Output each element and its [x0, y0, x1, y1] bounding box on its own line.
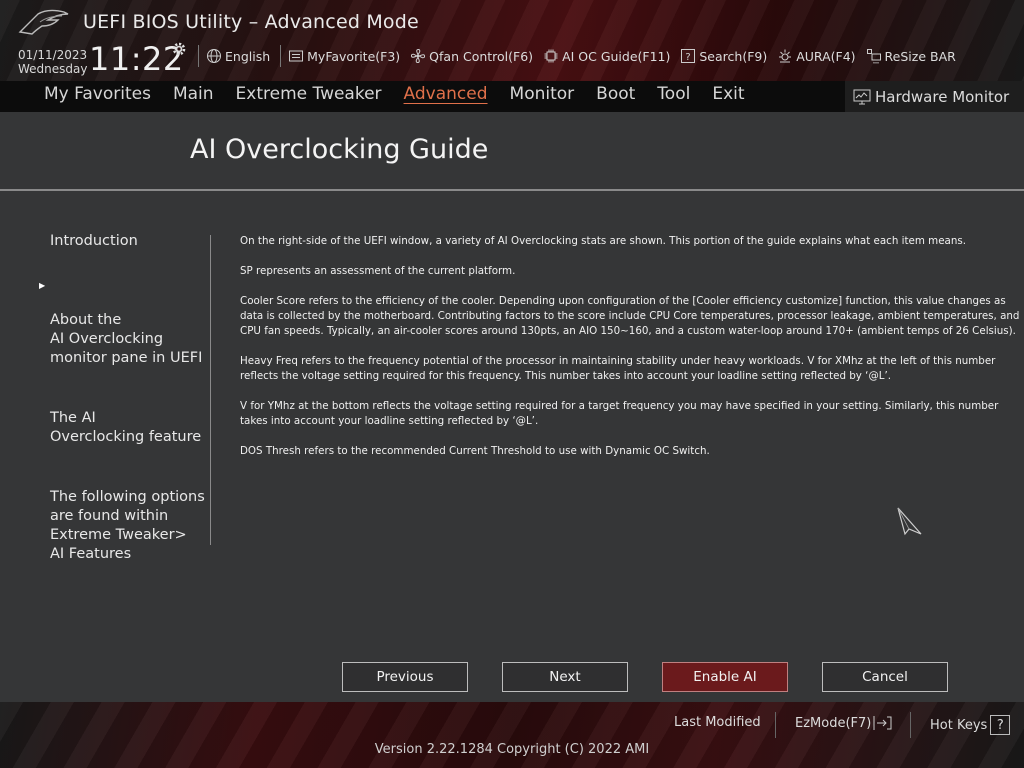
toolbar-language[interactable]: English: [206, 48, 270, 64]
toolbar-search[interactable]: ? Search(F9): [680, 48, 767, 64]
selected-arrow-icon: ▶: [39, 281, 46, 290]
menu-my-favorites[interactable]: My Favorites: [44, 84, 151, 104]
nav-item-ai-features-options[interactable]: The following options are found within E…: [50, 469, 205, 564]
toolbar-myfavorite-label: MyFavorite(F3): [307, 48, 401, 64]
nav-item-monitor-pane[interactable]: ▶ About the AI Overclocking monitor pane…: [39, 273, 205, 368]
hot-keys-button[interactable]: Hot Keys ?: [930, 715, 1011, 735]
guide-paragraph: On the right-side of the UEFI window, a …: [240, 235, 967, 247]
menu-boot[interactable]: Boot: [596, 84, 635, 104]
footer-divider: [775, 712, 776, 738]
toolbar-aura-label: AURA(F4): [796, 48, 856, 64]
search-help-icon: ?: [681, 49, 696, 63]
guide-content: On the right-side of the UEFI window, a …: [240, 234, 1020, 474]
ezmode-label: EzMode(F7): [795, 715, 872, 731]
date-display: 01/11/2023 Wednesday: [18, 48, 87, 76]
aura-light-icon: [779, 49, 792, 63]
menu-tool[interactable]: Tool: [657, 84, 690, 104]
guide-paragraph: DOS Thresh refers to the recommended Cur…: [240, 445, 710, 457]
mouse-cursor-icon: [897, 507, 922, 536]
top-toolbar: English MyFavorite(F3) Qfan Control(F6) …: [198, 44, 966, 68]
menu-main[interactable]: Main: [173, 84, 214, 104]
chip-icon: [544, 49, 558, 63]
nav-divider: [210, 235, 211, 545]
ezmode-button[interactable]: EzMode(F7): [795, 715, 893, 731]
toolbar-search-label: Search(F9): [699, 48, 768, 64]
last-modified-label: Last Modified: [674, 715, 761, 730]
nav-item-label: The following options are found within E…: [50, 489, 205, 562]
nav-item-label: Introduction: [50, 233, 138, 249]
toolbar-aura[interactable]: AURA(F4): [777, 48, 856, 64]
toolbar-resize-bar[interactable]: ReSize BAR: [866, 48, 956, 64]
toolbar-ai-oc-guide-label: AI OC Guide(F11): [562, 48, 671, 64]
globe-icon: [207, 49, 221, 63]
footer-divider: [910, 712, 911, 738]
main-menu: My Favorites Main Extreme Tweaker Advanc…: [44, 84, 767, 104]
toolbar-qfan[interactable]: Qfan Control(F6): [410, 48, 533, 64]
cancel-button[interactable]: Cancel: [822, 662, 948, 692]
toolbar-ai-oc-guide[interactable]: AI OC Guide(F11): [543, 48, 670, 64]
svg-text:?: ?: [686, 52, 691, 63]
toolbar-qfan-label: Qfan Control(F6): [429, 48, 534, 64]
title-divider: [0, 189, 1024, 191]
previous-button[interactable]: Previous: [342, 662, 468, 692]
date-text: 01/11/2023: [18, 48, 88, 62]
next-button[interactable]: Next: [502, 662, 628, 692]
clock-time: 11:22: [89, 40, 184, 78]
menu-monitor[interactable]: Monitor: [510, 84, 575, 104]
hardware-monitor-label: Hardware Monitor: [875, 87, 1010, 106]
guide-paragraph: Cooler Score refers to the efficiency of…: [240, 295, 1020, 337]
ai-oc-guide-panel: AI Overclocking Guide Introduction ▶ Abo…: [0, 112, 1024, 702]
toolbar-divider: [280, 45, 282, 67]
weekday-text: Wednesday: [18, 62, 88, 76]
toolbar-myfavorite[interactable]: MyFavorite(F3): [288, 48, 400, 64]
rog-logo-icon: [18, 9, 69, 35]
resize-bar-icon: [866, 49, 881, 64]
favorite-icon: [289, 50, 304, 62]
guide-nav: Introduction ▶ About the AI Overclocking…: [39, 232, 205, 586]
toolbar-resize-bar-label: ReSize BAR: [884, 48, 956, 64]
app-title: UEFI BIOS Utility – Advanced Mode: [83, 11, 419, 33]
last-modified-button[interactable]: Last Modified: [674, 715, 761, 730]
help-icon: ?: [990, 715, 1011, 735]
toolbar-divider: [198, 45, 199, 67]
nav-item-label: The AI Overclocking feature: [50, 410, 202, 445]
nav-item-introduction[interactable]: Introduction: [50, 232, 205, 251]
version-text: Version 2.22.1284 Copyright (C) 2022 AMI: [374, 742, 650, 757]
page-title: AI Overclocking Guide: [190, 134, 489, 165]
hot-keys-label: Hot Keys: [930, 717, 988, 733]
guide-paragraph: V for YMhz at the bottom reflects the vo…: [240, 400, 999, 427]
nav-item-label: About the AI Overclocking monitor pane i…: [50, 312, 203, 366]
exit-arrow-icon: [873, 716, 892, 730]
toolbar-language-label: English: [225, 48, 271, 64]
monitor-icon: [853, 89, 871, 104]
gear-icon[interactable]: [171, 41, 187, 57]
footer-bar: Last Modified EzMode(F7) Hot Keys ? Vers…: [0, 702, 1024, 768]
hardware-monitor-tab[interactable]: Hardware Monitor: [845, 81, 1024, 112]
fan-icon: [411, 48, 426, 64]
nav-item-ai-oc-feature[interactable]: The AI Overclocking feature: [50, 390, 205, 447]
guide-paragraph: Heavy Freq refers to the frequency poten…: [240, 355, 996, 382]
enable-ai-button[interactable]: Enable AI: [662, 662, 788, 692]
header-bar: UEFI BIOS Utility – Advanced Mode 01/11/…: [0, 0, 1024, 81]
guide-paragraph: SP represents an assessment of the curre…: [240, 265, 516, 277]
menu-exit[interactable]: Exit: [712, 84, 744, 104]
menu-extreme-tweaker[interactable]: Extreme Tweaker: [236, 84, 382, 104]
menu-advanced[interactable]: Advanced: [404, 84, 488, 104]
